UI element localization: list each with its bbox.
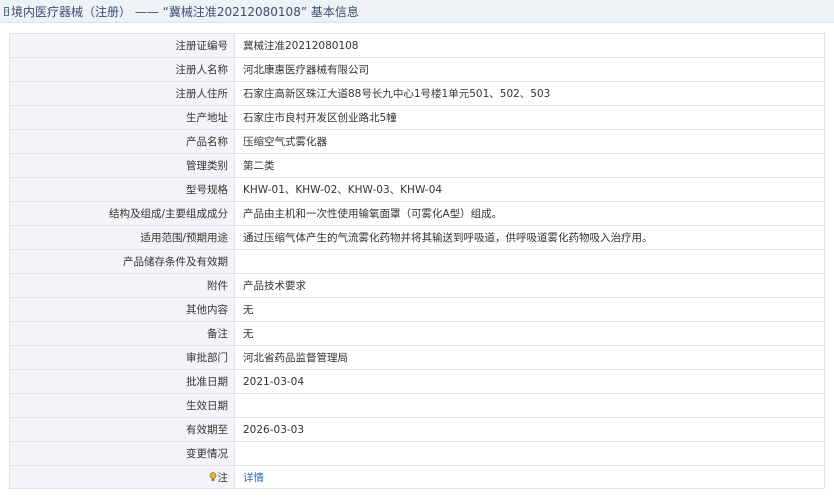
table-row: 产品储存条件及有效期 (9, 249, 825, 274)
field-label: 备注 (9, 321, 235, 346)
field-value: 通过压缩气体产生的气流雾化药物并将其输送到呼吸道，供呼吸道雾化药物吸入治疗用。 (234, 225, 825, 250)
table-row: 型号规格 KHW-01、KHW-02、KHW-03、KHW-04 (9, 177, 825, 202)
field-value: 无 (234, 297, 825, 322)
field-value: 石家庄高新区珠江大道88号长九中心1号楼1单元501、502、503 (234, 81, 825, 106)
field-label: 管理类别 (9, 153, 235, 178)
field-value: 河北省药品监督管理局 (234, 345, 825, 370)
field-value: 石家庄市良村开发区创业路北5幢 (234, 105, 825, 130)
field-value: 压缩空气式雾化器 (234, 129, 825, 154)
field-label: 变更情况 (9, 441, 235, 466)
document-icon (4, 6, 9, 16)
field-label: 注册证编号 (9, 33, 235, 58)
page-title: 境内医疗器械（注册） —— “冀械注准20212080108” 基本信息 (11, 4, 359, 19)
field-label: 产品名称 (9, 129, 235, 154)
field-value: 无 (234, 321, 825, 346)
field-value: 第二类 (234, 153, 825, 178)
note-label-cell: 注 (9, 465, 235, 489)
field-value: 产品技术要求 (234, 273, 825, 298)
field-label: 产品储存条件及有效期 (9, 249, 235, 274)
table-row: 结构及组成/主要组成成分 产品由主机和一次性使用输氧面罩（可雾化A型）组成。 (9, 201, 825, 226)
details-link[interactable]: 详情 (243, 472, 264, 484)
table-row: 其他内容无 (9, 297, 825, 322)
table-row: 注册人名称 河北康惠医疗器械有限公司 (9, 57, 825, 82)
field-value: 2026-03-03 (234, 417, 825, 442)
page-header: 境内医疗器械（注册） —— “冀械注准20212080108” 基本信息 (0, 0, 834, 23)
field-label: 有效期至 (9, 417, 235, 442)
field-value: 2021-03-04 (234, 369, 825, 394)
table-row: 审批部门 河北省药品监督管理局 (9, 345, 825, 370)
table-row: 注册证编号 冀械注准20212080108 (9, 33, 825, 58)
field-value: 河北康惠医疗器械有限公司 (234, 57, 825, 82)
table-row: 附件 产品技术要求 (9, 273, 825, 298)
field-label: 生产地址 (9, 105, 235, 130)
field-label: 适用范围/预期用途 (9, 225, 235, 250)
lightbulb-icon (209, 471, 216, 481)
table-row: 有效期至 2026-03-03 (9, 417, 825, 442)
field-label: 其他内容 (9, 297, 235, 322)
field-value: 冀械注准20212080108 (234, 33, 825, 58)
note-row: 注 详情 (9, 465, 825, 489)
table-row: 产品名称 压缩空气式雾化器 (9, 129, 825, 154)
field-label: 附件 (9, 273, 235, 298)
table-row: 管理类别 第二类 (9, 153, 825, 178)
field-label: 生效日期 (9, 393, 235, 418)
table-row: 生效日期 (9, 393, 825, 418)
info-table: 注册证编号 冀械注准20212080108 注册人名称 河北康惠医疗器械有限公司 注册人… (9, 33, 825, 489)
field-label: 批准日期 (9, 369, 235, 394)
table-row: 备注无 (9, 321, 825, 346)
table-row: 批准日期 2021-03-04 (9, 369, 825, 394)
field-label: 审批部门 (9, 345, 235, 370)
note-label: 注 (217, 471, 229, 484)
table-row: 注册人住所 石家庄高新区珠江大道88号长九中心1号楼1单元501、502、503 (9, 81, 825, 106)
field-label: 结构及组成/主要组成成分 (9, 201, 235, 226)
field-value (234, 249, 825, 274)
table-row: 生产地址 石家庄市良村开发区创业路北5幢 (9, 105, 825, 130)
field-label: 注册人名称 (9, 57, 235, 82)
field-label: 注册人住所 (9, 81, 235, 106)
table-row: 变更情况 (9, 441, 825, 466)
field-label: 型号规格 (9, 177, 235, 202)
field-value (234, 441, 825, 466)
field-value: KHW-01、KHW-02、KHW-03、KHW-04 (234, 177, 825, 202)
note-value-cell: 详情 (234, 465, 825, 489)
field-value: 产品由主机和一次性使用输氧面罩（可雾化A型）组成。 (234, 201, 825, 226)
table-row: 适用范围/预期用途 通过压缩气体产生的气流雾化药物并将其输送到呼吸道，供呼吸道雾化… (9, 225, 825, 250)
field-value (234, 393, 825, 418)
